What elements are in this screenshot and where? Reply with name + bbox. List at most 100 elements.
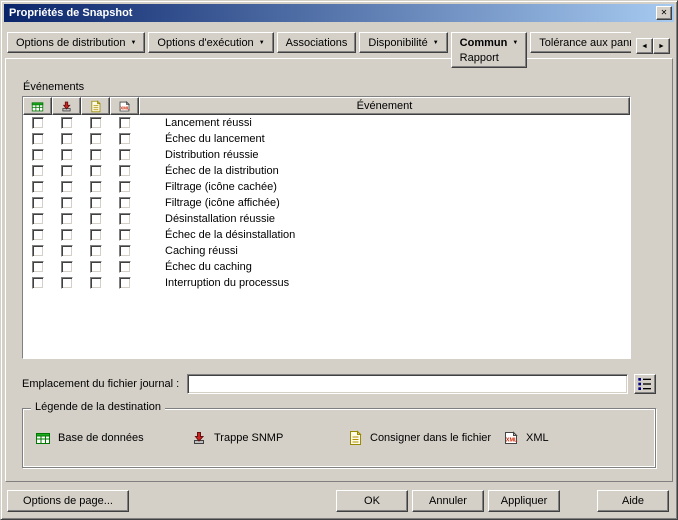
tab-fault-tolerance[interactable]: Tolérance aux pannes: [530, 32, 631, 53]
checkbox-cell: [81, 229, 110, 241]
checkbox-cell: [81, 117, 110, 129]
log-file-input[interactable]: [187, 374, 628, 394]
column-header-xml[interactable]: XML: [110, 97, 139, 115]
checkbox-snmp[interactable]: [60, 165, 73, 177]
checkbox-cell: [110, 149, 139, 161]
checkbox-cell: [110, 117, 139, 129]
tab-associations[interactable]: Associations: [276, 32, 357, 53]
checkbox-log[interactable]: [89, 197, 102, 209]
close-icon: ✕: [660, 8, 668, 17]
checkbox-database[interactable]: [31, 213, 44, 225]
checkbox-database[interactable]: [31, 149, 44, 161]
checkbox-log[interactable]: [89, 165, 102, 177]
xml-icon: XML: [118, 100, 131, 113]
close-button[interactable]: ✕: [656, 6, 672, 20]
log-file-row: Emplacement du fichier journal :: [22, 374, 656, 394]
checkbox-snmp[interactable]: [60, 133, 73, 145]
checkbox-xml[interactable]: [118, 213, 131, 225]
checkbox-snmp[interactable]: [60, 261, 73, 273]
svg-text:XML: XML: [506, 438, 518, 444]
tab-common[interactable]: Commun ▼ Rapport: [450, 32, 528, 68]
checkbox-cell: [110, 197, 139, 209]
snmp-trap-icon: [60, 100, 73, 113]
checkbox-xml[interactable]: [118, 117, 131, 129]
event-row-4: Échec de la distribution: [23, 163, 630, 179]
checkbox-cell: [110, 261, 139, 273]
events-section-label: Événements: [23, 81, 85, 93]
events-column-header[interactable]: Événement: [139, 97, 630, 115]
checkbox-xml[interactable]: [118, 197, 131, 209]
checkbox-database[interactable]: [31, 197, 44, 209]
tab-scroll-left-button[interactable]: ◄: [636, 38, 653, 54]
checkbox-database[interactable]: [31, 245, 44, 257]
checkbox-snmp[interactable]: [60, 245, 73, 257]
checkbox-snmp[interactable]: [60, 117, 73, 129]
checkbox-log[interactable]: [89, 213, 102, 225]
checkbox-log[interactable]: [89, 149, 102, 161]
checkbox-snmp[interactable]: [60, 229, 73, 241]
tab-execution-options[interactable]: Options d'exécution ▼: [148, 32, 274, 53]
checkbox-xml[interactable]: [118, 229, 131, 241]
help-button[interactable]: Aide: [597, 490, 669, 512]
content-panel: Événements XML Événement Lancement réussi…: [5, 58, 673, 482]
checkbox-cell: [81, 181, 110, 193]
checkbox-log[interactable]: [89, 117, 102, 129]
tab-availability[interactable]: Disponibilité ▼: [359, 32, 448, 53]
tab-label: Commun: [459, 36, 508, 49]
tab-label: Disponibilité: [368, 36, 428, 49]
checkbox-snmp[interactable]: [60, 213, 73, 225]
checkbox-snmp[interactable]: [60, 277, 73, 289]
checkbox-cell: [23, 277, 52, 289]
checkbox-log[interactable]: [89, 133, 102, 145]
checkbox-log[interactable]: [89, 181, 102, 193]
event-row-7: Désinstallation réussie: [23, 211, 630, 227]
checkbox-database[interactable]: [31, 181, 44, 193]
event-label: Distribution réussie: [165, 149, 259, 161]
checkbox-xml[interactable]: [118, 165, 131, 177]
checkbox-log[interactable]: [89, 261, 102, 273]
checkbox-log[interactable]: [89, 245, 102, 257]
checkbox-cell: [81, 197, 110, 209]
checkbox-log[interactable]: [89, 229, 102, 241]
column-header-log[interactable]: [81, 97, 110, 115]
checkbox-xml[interactable]: [118, 261, 131, 273]
checkbox-database[interactable]: [31, 229, 44, 241]
checkbox-cell: [23, 165, 52, 177]
tab-distribution-options[interactable]: Options de distribution ▼: [7, 32, 146, 53]
checkbox-snmp[interactable]: [60, 149, 73, 161]
legend-title: Légende de la destination: [31, 401, 165, 413]
apply-button[interactable]: Appliquer: [488, 490, 560, 512]
checkbox-database[interactable]: [31, 261, 44, 273]
page-options-button[interactable]: Options de page...: [7, 490, 129, 512]
legend-items: Base de données Trappe SNMP Consigner dans…: [23, 409, 655, 446]
checkbox-cell: [81, 261, 110, 273]
checkbox-cell: [81, 133, 110, 145]
ok-button[interactable]: OK: [336, 490, 408, 512]
checkbox-database[interactable]: [31, 117, 44, 129]
checkbox-snmp[interactable]: [60, 181, 73, 193]
checkbox-database[interactable]: [31, 133, 44, 145]
column-header-database[interactable]: [23, 97, 52, 115]
cancel-button[interactable]: Annuler: [412, 490, 484, 512]
events-table-header: XML Événement: [23, 97, 630, 115]
legend-groupbox: Légende de la destination Base de donnée…: [22, 401, 656, 468]
tab-scroll-buttons: ◄ ►: [636, 38, 670, 54]
tab-scroll-right-button[interactable]: ►: [653, 38, 670, 54]
browse-button[interactable]: [634, 374, 656, 394]
checkbox-cell: [52, 149, 81, 161]
checkbox-xml[interactable]: [118, 277, 131, 289]
tab-label: Options d'exécution: [157, 36, 254, 49]
checkbox-xml[interactable]: [118, 133, 131, 145]
checkbox-database[interactable]: [31, 165, 44, 177]
event-row-2: Échec du lancement: [23, 131, 630, 147]
column-header-snmp[interactable]: [52, 97, 81, 115]
checkbox-snmp[interactable]: [60, 197, 73, 209]
checkbox-cell: [52, 277, 81, 289]
checkbox-xml[interactable]: [118, 181, 131, 193]
checkbox-database[interactable]: [31, 277, 44, 289]
event-row-3: Distribution réussie: [23, 147, 630, 163]
checkbox-log[interactable]: [89, 277, 102, 289]
checkbox-cell: [81, 213, 110, 225]
checkbox-xml[interactable]: [118, 245, 131, 257]
checkbox-xml[interactable]: [118, 149, 131, 161]
